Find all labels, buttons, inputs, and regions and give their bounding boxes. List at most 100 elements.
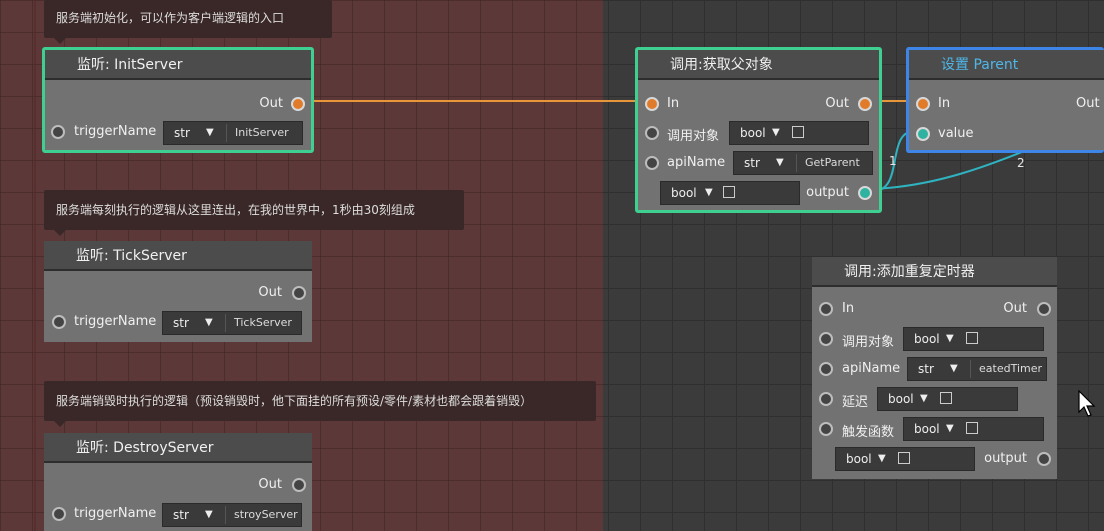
tick-server-trigger-label: triggerName xyxy=(74,314,157,329)
chevron-down-icon: ▼ xyxy=(878,453,886,464)
set-parent-value-label: value xyxy=(938,126,974,141)
tick-server-trigger-port[interactable] xyxy=(52,315,66,329)
get-parent-target-select[interactable]: bool ▼ xyxy=(729,121,869,145)
comment-destroy-text: 服务端销毁时执行的逻辑（预设销毁时，他下面挂的所有预设/零件/素材也都会跟着销毁… xyxy=(56,394,533,408)
node-tick-server-title[interactable]: 监听: TickServer xyxy=(44,241,312,271)
init-server-trigger-value[interactable]: InitServer xyxy=(226,124,300,142)
add-timer-extra-checkbox[interactable] xyxy=(898,452,910,464)
get-parent-api-select[interactable]: str ▼ GetParent xyxy=(733,151,873,175)
add-timer-func-port[interactable] xyxy=(819,422,833,436)
comment-tick: 服务端每刻执行的逻辑从这里连出，在我的世界中，1秒由30刻组成 xyxy=(44,190,464,236)
get-parent-output-port[interactable] xyxy=(858,186,872,200)
add-timer-target-type: bool xyxy=(914,332,940,346)
chevron-down-icon: ▼ xyxy=(205,509,213,520)
init-server-trigger-label: triggerName xyxy=(74,124,157,139)
chevron-down-icon: ▼ xyxy=(920,393,928,404)
add-timer-api-value[interactable]: eatedTimer xyxy=(970,360,1044,378)
get-parent-extra-checkbox[interactable] xyxy=(723,186,735,198)
destroy-server-trigger-port[interactable] xyxy=(52,507,66,521)
comment-init-text: 服务端初始化，可以作为客户端逻辑的入口 xyxy=(56,11,285,25)
node-set-parent[interactable]: 设置 Parent In Out value xyxy=(906,47,1104,153)
add-timer-func-select[interactable]: bool ▼ xyxy=(903,417,1044,441)
add-timer-out-label: Out xyxy=(1003,301,1027,316)
destroy-server-trigger-type: str xyxy=(173,508,189,522)
add-timer-func-row: 触发函数 bool ▼ xyxy=(812,417,1057,443)
init-server-trigger-type: str xyxy=(174,126,190,140)
get-parent-target-type: bool xyxy=(740,126,766,140)
add-timer-in-label: In xyxy=(842,301,855,316)
add-timer-delay-port[interactable] xyxy=(819,392,833,406)
add-timer-extra-select[interactable]: bool ▼ xyxy=(835,447,975,471)
add-timer-target-label: 调用对象 xyxy=(842,335,895,350)
add-timer-func-type: bool xyxy=(914,422,940,436)
init-server-trigger-row: triggerName str ▼ InitServer xyxy=(45,120,311,146)
tick-server-trigger-value[interactable]: TickServer xyxy=(225,314,299,332)
add-timer-output-row: bool ▼ output xyxy=(812,447,1057,473)
destroy-server-trigger-select[interactable]: str ▼ stroyServer xyxy=(162,503,302,527)
add-timer-func-label: 触发函数 xyxy=(842,425,895,440)
add-timer-target-checkbox[interactable] xyxy=(966,332,978,344)
wire-label-2: 2 xyxy=(1017,156,1025,170)
get-parent-api-value[interactable]: GetParent xyxy=(796,154,870,172)
chevron-down-icon: ▼ xyxy=(205,317,213,328)
chevron-down-icon: ▼ xyxy=(946,423,954,434)
tick-server-out-label: Out xyxy=(258,285,282,300)
add-timer-delay-select[interactable]: bool ▼ xyxy=(877,387,1018,411)
get-parent-output-row: bool ▼ output xyxy=(638,181,879,207)
add-timer-out-port[interactable] xyxy=(1037,302,1051,316)
node-set-parent-title[interactable]: 设置 Parent xyxy=(909,50,1104,80)
get-parent-target-port[interactable] xyxy=(645,126,659,140)
get-parent-out-port[interactable] xyxy=(858,97,872,111)
node-add-timer-title[interactable]: 调用:添加重复定时器 xyxy=(812,257,1057,287)
add-timer-func-checkbox[interactable] xyxy=(966,422,978,434)
add-timer-extra-type: bool xyxy=(846,452,872,466)
destroy-server-trigger-label: triggerName xyxy=(74,506,157,521)
node-get-parent-title[interactable]: 调用:获取父对象 xyxy=(638,50,879,80)
get-parent-api-label: apiName xyxy=(667,155,726,170)
set-parent-in-port[interactable] xyxy=(916,97,930,111)
add-timer-delay-row: 延迟 bool ▼ xyxy=(812,387,1057,413)
add-timer-in-port[interactable] xyxy=(819,302,833,316)
get-parent-api-port[interactable] xyxy=(645,156,659,170)
add-timer-delay-checkbox[interactable] xyxy=(940,392,952,404)
set-parent-value-port[interactable] xyxy=(916,127,930,141)
init-server-trigger-select[interactable]: str ▼ InitServer xyxy=(163,121,303,145)
node-init-server-title[interactable]: 监听: InitServer xyxy=(45,50,311,80)
init-server-out-port[interactable] xyxy=(291,97,305,111)
add-timer-output-label: output xyxy=(984,451,1027,466)
init-server-out-label: Out xyxy=(259,96,283,111)
add-timer-api-port[interactable] xyxy=(819,362,833,376)
add-timer-delay-type: bool xyxy=(888,392,914,406)
node-get-parent[interactable]: 调用:获取父对象 In Out 调用对象 bool ▼ apiName str … xyxy=(635,47,882,213)
node-tick-server[interactable]: 监听: TickServer Out triggerName str ▼ Tic… xyxy=(44,241,312,342)
get-parent-extra-select[interactable]: bool ▼ xyxy=(660,181,800,205)
get-parent-in-port[interactable] xyxy=(645,97,659,111)
get-parent-api-row: apiName str ▼ GetParent xyxy=(638,151,879,177)
init-server-trigger-port[interactable] xyxy=(51,125,65,139)
get-parent-target-checkbox[interactable] xyxy=(792,126,804,138)
destroy-server-trigger-value[interactable]: stroyServer xyxy=(225,506,299,524)
chevron-down-icon: ▼ xyxy=(206,127,214,138)
tick-server-out-row: Out xyxy=(44,281,312,307)
destroy-server-out-row: Out xyxy=(44,473,312,499)
node-add-timer[interactable]: 调用:添加重复定时器 In Out 调用对象 bool ▼ apiName st… xyxy=(812,257,1057,479)
region-edge xyxy=(34,0,36,531)
add-timer-target-select[interactable]: bool ▼ xyxy=(903,327,1044,351)
tick-server-trigger-select[interactable]: str ▼ TickServer xyxy=(162,311,302,335)
node-destroy-server[interactable]: 监听: DestroyServer Out triggerName str ▼ … xyxy=(44,433,312,531)
destroy-server-out-port[interactable] xyxy=(292,478,306,492)
tick-server-out-port[interactable] xyxy=(292,286,306,300)
chevron-down-icon: ▼ xyxy=(946,333,954,344)
add-timer-output-port[interactable] xyxy=(1037,452,1051,466)
tick-server-trigger-row: triggerName str ▼ TickServer xyxy=(44,310,312,336)
destroy-server-out-label: Out xyxy=(258,477,282,492)
add-timer-api-label: apiName xyxy=(842,361,901,376)
node-destroy-server-title[interactable]: 监听: DestroyServer xyxy=(44,433,312,463)
add-timer-api-row: apiName str ▼ eatedTimer xyxy=(812,357,1057,383)
add-timer-api-select[interactable]: str ▼ eatedTimer xyxy=(907,357,1047,381)
node-init-server[interactable]: 监听: InitServer Out triggerName str ▼ Ini… xyxy=(42,47,314,153)
get-parent-output-label: output xyxy=(806,185,849,200)
comment-destroy: 服务端销毁时执行的逻辑（预设销毁时，他下面挂的所有预设/零件/素材也都会跟着销毁… xyxy=(44,381,596,427)
add-timer-exec-row: In Out xyxy=(812,297,1057,323)
add-timer-target-port[interactable] xyxy=(819,332,833,346)
